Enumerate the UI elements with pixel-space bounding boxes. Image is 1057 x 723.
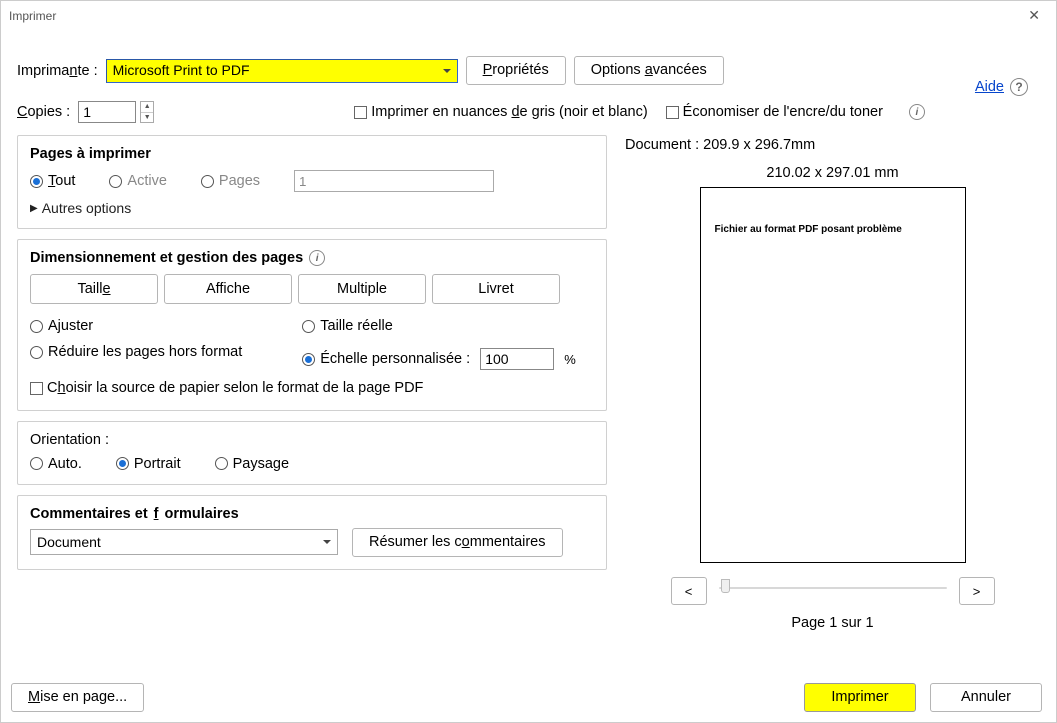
prev-page-button[interactable]: < (671, 577, 707, 605)
copies-label: Copies : (17, 104, 70, 120)
pages-all-label: Tout (48, 173, 75, 189)
dialog-title: Imprimer (9, 9, 56, 23)
pages-active-radio[interactable]: Active (109, 173, 167, 189)
comments-panel: Commentaires et formulaires Document Rés… (17, 495, 607, 570)
document-dimensions: Document : 209.9 x 296.7mm (625, 137, 1044, 153)
slider-track (719, 587, 947, 589)
triangle-right-icon: ▶ (30, 203, 38, 214)
pages-range-label: Pages (219, 173, 260, 189)
more-options-label: Autres options (42, 200, 132, 216)
pages-panel: Pages à imprimer Tout Active Pages (17, 135, 607, 229)
preview-page-size: 210.02 x 297.01 mm (621, 165, 1044, 181)
custom-scale-input[interactable] (480, 348, 554, 370)
radio-icon (30, 175, 43, 188)
radio-icon (109, 175, 122, 188)
comments-select[interactable]: Document (30, 529, 338, 555)
tab-size[interactable]: Taille (30, 274, 158, 304)
pages-range-radio[interactable]: Pages (201, 173, 260, 189)
radio-icon (116, 457, 129, 470)
custom-scale-label: Échelle personnalisée : (320, 351, 470, 367)
next-page-button[interactable]: > (959, 577, 995, 605)
summarize-comments-button[interactable]: Résumer les commentaires (352, 528, 563, 557)
close-icon[interactable]: ✕ (1022, 5, 1046, 26)
comments-select-value: Document (37, 534, 101, 550)
paper-source-checkbox[interactable]: Choisir la source de papier selon le for… (30, 380, 423, 396)
fit-label: Ajuster (48, 318, 93, 334)
shrink-label: Réduire les pages hors format (48, 344, 242, 360)
grayscale-label: Imprimer en nuances de gris (noir et bla… (371, 104, 647, 120)
pages-all-radio[interactable]: Tout (30, 173, 75, 189)
paper-source-label: Choisir la source de papier selon le for… (47, 380, 423, 396)
checkbox-icon (666, 106, 679, 119)
cancel-button[interactable]: Annuler (930, 683, 1042, 712)
pages-active-label: Active (127, 173, 167, 189)
orientation-landscape-label: Paysage (233, 456, 289, 472)
slider-thumb[interactable] (721, 579, 730, 593)
printer-select[interactable]: Microsoft Print to PDF (106, 59, 458, 83)
pages-panel-title: Pages à imprimer (30, 146, 594, 162)
save-ink-checkbox[interactable]: Économiser de l'encre/du toner (666, 104, 883, 120)
properties-button[interactable]: Propriétés (466, 56, 566, 85)
actual-size-label: Taille réelle (320, 318, 393, 334)
sizing-panel: Dimensionnement et gestion des pages i T… (17, 239, 607, 411)
checkbox-icon (30, 382, 43, 395)
printer-value: Microsoft Print to PDF (113, 62, 250, 78)
copies-input[interactable] (78, 101, 136, 123)
radio-icon (30, 346, 43, 359)
info-icon[interactable]: i (909, 104, 925, 120)
orientation-title: Orientation : (30, 432, 594, 448)
shrink-radio[interactable]: Réduire les pages hors format (30, 344, 242, 360)
grayscale-checkbox[interactable]: Imprimer en nuances de gris (noir et bla… (354, 104, 647, 120)
zoom-slider[interactable] (719, 582, 947, 600)
print-button[interactable]: Imprimer (804, 683, 916, 712)
tab-multiple[interactable]: Multiple (298, 274, 426, 304)
spinner-up-icon[interactable]: ▲ (141, 102, 153, 113)
help-icon: ? (1010, 78, 1028, 96)
save-ink-label: Économiser de l'encre/du toner (683, 104, 883, 120)
tab-poster[interactable]: Affiche (164, 274, 292, 304)
advanced-options-button[interactable]: Options avancées (574, 56, 724, 85)
sizing-panel-title: Dimensionnement et gestion des pages i (30, 250, 594, 266)
radio-icon (30, 320, 43, 333)
spinner-down-icon[interactable]: ▼ (141, 113, 153, 123)
orientation-panel: Orientation : Auto. Portrait Paysage (17, 421, 607, 485)
page-counter: Page 1 sur 1 (621, 615, 1044, 631)
orientation-landscape-radio[interactable]: Paysage (215, 456, 289, 472)
orientation-portrait-label: Portrait (134, 456, 181, 472)
copies-spinner[interactable]: ▲ ▼ (140, 101, 154, 123)
tab-booklet[interactable]: Livret (432, 274, 560, 304)
orientation-auto-radio[interactable]: Auto. (30, 456, 82, 472)
preview-page: Fichier au format PDF posant problème (700, 187, 966, 563)
help-link[interactable]: Aide ? (975, 78, 1028, 96)
orientation-portrait-radio[interactable]: Portrait (116, 456, 181, 472)
percent-label: % (564, 352, 576, 367)
radio-icon (201, 175, 214, 188)
page-setup-button[interactable]: Mise en page... (11, 683, 144, 712)
preview-page-text: Fichier au format PDF posant problème (715, 224, 951, 235)
comments-panel-title: Commentaires et formulaires (30, 506, 594, 522)
orientation-auto-label: Auto. (48, 456, 82, 472)
radio-icon (215, 457, 228, 470)
checkbox-icon (354, 106, 367, 119)
radio-icon (30, 457, 43, 470)
radio-icon (302, 353, 315, 366)
pages-range-input[interactable] (294, 170, 494, 192)
actual-size-radio[interactable]: Taille réelle (302, 318, 576, 334)
info-icon[interactable]: i (309, 250, 325, 266)
printer-label: Imprimante : (17, 63, 98, 79)
help-link-label: Aide (975, 79, 1004, 95)
custom-scale-radio[interactable]: Échelle personnalisée : (302, 351, 470, 367)
radio-icon (302, 320, 315, 333)
more-options-expander[interactable]: ▶ Autres options (30, 200, 594, 216)
fit-radio[interactable]: Ajuster (30, 318, 242, 334)
